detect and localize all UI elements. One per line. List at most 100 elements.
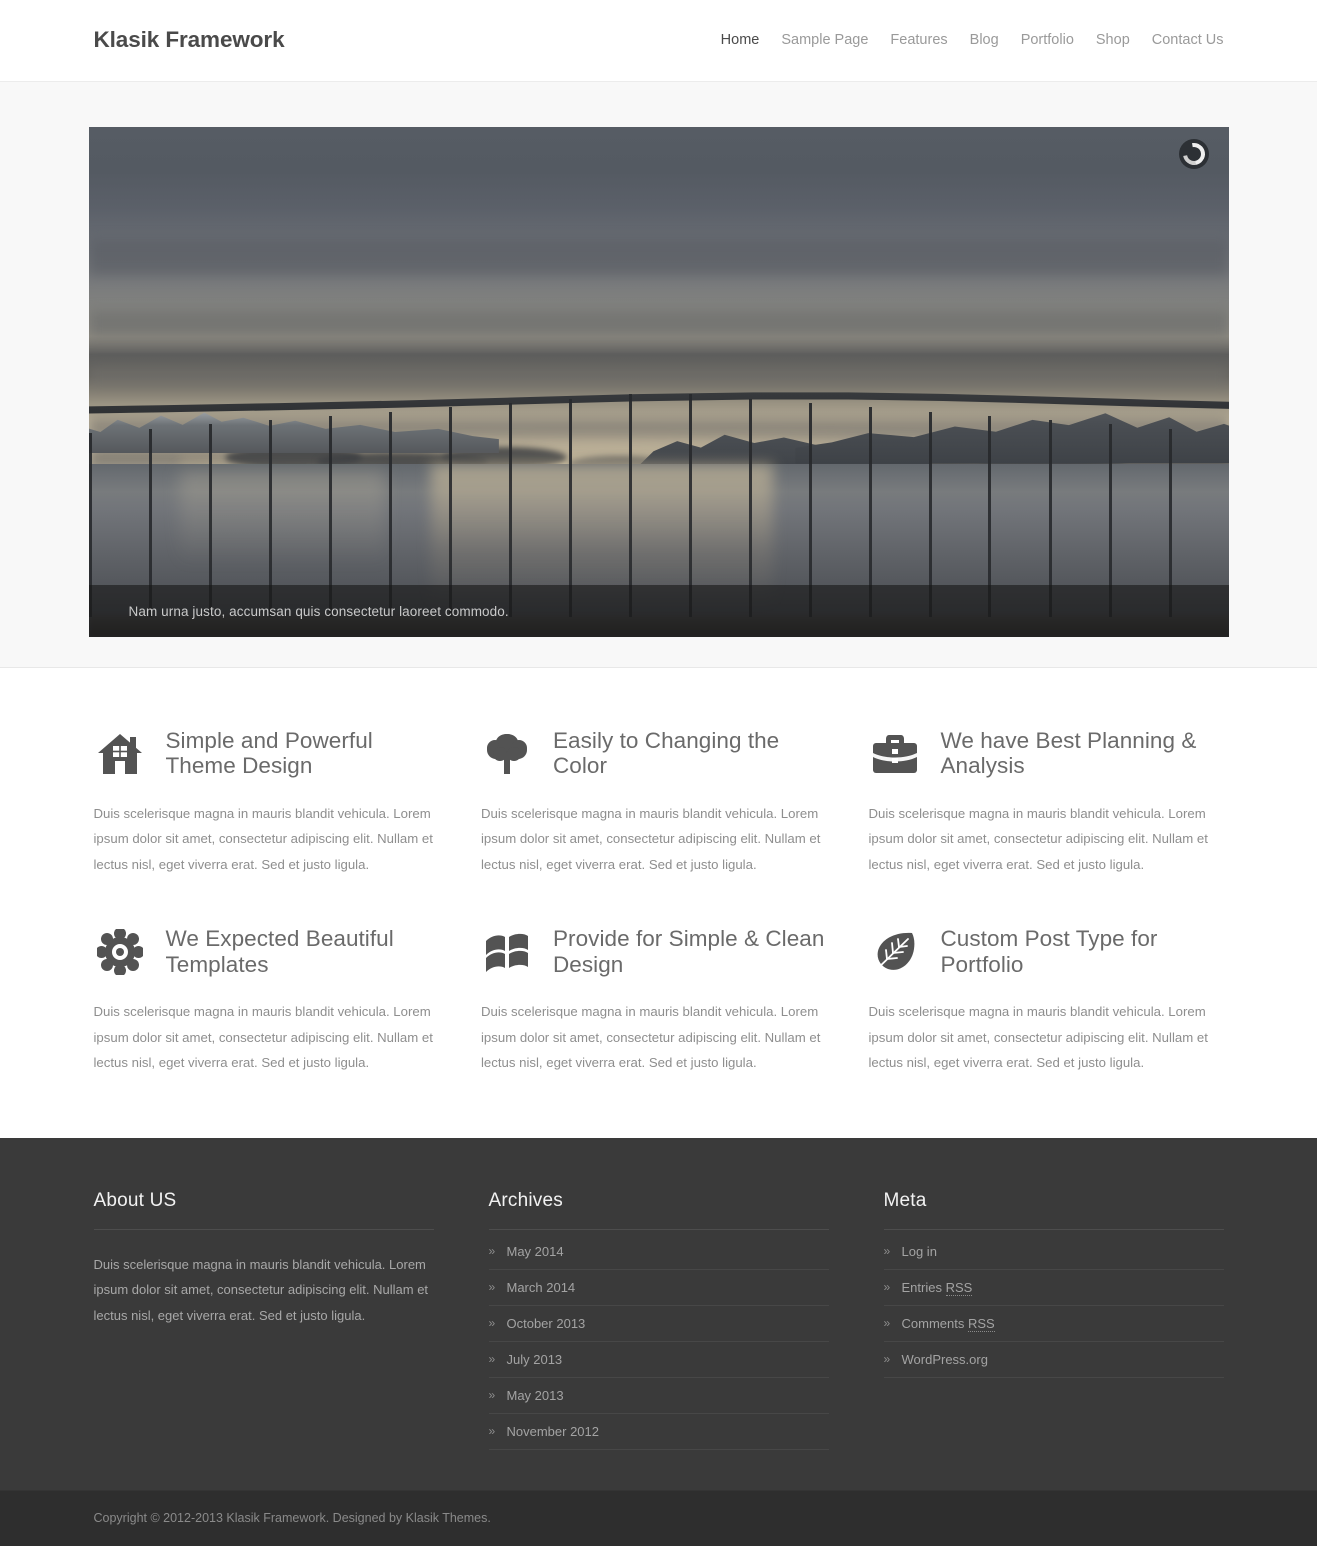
hero-slider[interactable]: Nam urna justo, accumsan quis consectetu…: [88, 127, 1229, 637]
chevron-right-icon: »: [488, 1243, 496, 1258]
feature-card-templates: We Expected Beautiful Templates Duis sce…: [94, 924, 449, 1075]
archive-label: May 2013: [506, 1387, 564, 1403]
nav-item-home[interactable]: Home: [710, 33, 771, 48]
bridge-pillar: [568, 398, 572, 617]
site-footer: About US Duis scelerisque magna in mauri…: [0, 1137, 1317, 1490]
rss-abbr: RSS: [967, 1315, 995, 1332]
features-section: Simple and Powerful Theme Design Duis sc…: [93, 668, 1224, 1138]
meta-list: » Log in » Entries RSS » Comments RSS » Word…: [883, 1234, 1224, 1378]
meta-label: Entries: [901, 1279, 946, 1295]
copyright-text: Copyright © 2012-2013 Klasik Framework. …: [93, 1511, 491, 1526]
chevron-right-icon: »: [883, 1243, 891, 1258]
slider-section: Nam urna justo, accumsan quis consectetu…: [0, 82, 1317, 668]
meta-link-wordpress-org[interactable]: » WordPress.org: [884, 1342, 1224, 1377]
footer-widget-meta: Meta » Log in » Entries RSS » Comments RSS …: [883, 1190, 1224, 1450]
slide-image: [88, 127, 1229, 637]
bridge-pillar: [628, 394, 632, 617]
copyright-inner: Copyright © 2012-2013 Klasik Framework. …: [94, 1509, 1224, 1527]
list-item: » May 2014: [488, 1234, 829, 1270]
archive-link-november-2012[interactable]: » November 2012: [489, 1414, 829, 1449]
list-item: » October 2013: [488, 1306, 829, 1342]
archives-list: » May 2014 » March 2014 » October 2013 » Jul…: [488, 1234, 829, 1450]
chevron-right-icon: »: [488, 1387, 496, 1402]
feature-header: Easily to Changing the Color: [481, 726, 836, 780]
feature-card-color: Easily to Changing the Color Duis sceler…: [481, 726, 836, 877]
archive-link-may-2013[interactable]: » May 2013: [489, 1378, 829, 1413]
list-item: » WordPress.org: [883, 1342, 1224, 1378]
meta-label: WordPress.org: [901, 1351, 988, 1367]
spinner-ring: [1178, 138, 1209, 170]
widget-title-archives: Archives: [488, 1190, 829, 1230]
nav-item-shop[interactable]: Shop: [1085, 33, 1141, 48]
feature-title: Easily to Changing the Color: [553, 728, 780, 779]
nav-item-portfolio[interactable]: Portfolio: [1010, 33, 1085, 48]
slide-caption-text: Nam urna justo, accumsan quis consectetu…: [128, 603, 509, 619]
widget-title-meta: Meta: [883, 1190, 1224, 1230]
footer-widget-archives: Archives » May 2014 » March 2014 » October …: [488, 1190, 829, 1450]
list-item: » July 2013: [488, 1342, 829, 1378]
feature-card-clean-design: Provide for Simple & Clean Design Duis s…: [481, 924, 836, 1075]
main-navigation: Home Sample Page Features Blog Portfolio…: [710, 33, 1224, 48]
feature-header: Custom Post Type for Portfolio: [869, 924, 1224, 978]
windows-flag-icon: [481, 926, 533, 978]
meta-link-entries-rss[interactable]: » Entries RSS: [884, 1270, 1224, 1305]
feature-header: Provide for Simple & Clean Design: [481, 924, 836, 978]
archive-link-may-2014[interactable]: » May 2014: [489, 1234, 829, 1269]
features-row-2: We Expected Beautiful Templates Duis sce…: [94, 924, 1224, 1075]
nav-item-features[interactable]: Features: [879, 33, 958, 48]
meta-link-log-in[interactable]: » Log in: [884, 1234, 1224, 1269]
feature-title: Simple and Powerful Theme Design: [165, 728, 373, 779]
nav-item-contact-us[interactable]: Contact Us: [1141, 33, 1224, 48]
tree-icon: [481, 728, 533, 780]
list-item: » May 2013: [488, 1378, 829, 1414]
list-item: » November 2012: [488, 1414, 829, 1450]
chevron-right-icon: »: [883, 1279, 891, 1294]
site-header: Klasik Framework Home Sample Page Featur…: [0, 0, 1317, 82]
header-inner: Klasik Framework Home Sample Page Featur…: [94, 0, 1224, 81]
archive-link-march-2014[interactable]: » March 2014: [489, 1270, 829, 1305]
archive-label: May 2014: [506, 1243, 564, 1259]
footer-widget-about: About US Duis scelerisque magna in mauri…: [93, 1190, 434, 1450]
feature-description: Duis scelerisque magna in mauris blandit…: [868, 806, 1208, 872]
feature-description: Duis scelerisque magna in mauris blandit…: [481, 1004, 821, 1071]
feature-title: We have Best Planning & Analysis: [940, 728, 1197, 779]
feature-title: We Expected Beautiful Templates: [165, 926, 394, 977]
archive-link-october-2013[interactable]: » October 2013: [489, 1306, 829, 1341]
list-item: » Log in: [883, 1234, 1224, 1270]
feature-header: We Expected Beautiful Templates: [94, 924, 449, 978]
nav-item-blog[interactable]: Blog: [959, 33, 1010, 48]
feature-description: Duis scelerisque magna in mauris blandit…: [93, 806, 433, 872]
feature-header: We have Best Planning & Analysis: [869, 726, 1224, 780]
archive-label: October 2013: [506, 1315, 586, 1331]
chevron-right-icon: »: [488, 1315, 496, 1330]
feature-title: Custom Post Type for Portfolio: [940, 926, 1158, 977]
rss-abbr: RSS: [945, 1279, 973, 1296]
meta-label: Comments: [901, 1315, 968, 1331]
chevron-right-icon: »: [488, 1279, 496, 1294]
list-item: » March 2014: [488, 1270, 829, 1306]
archive-link-july-2013[interactable]: » July 2013: [489, 1342, 829, 1377]
feature-description: Duis scelerisque magna in mauris blandit…: [868, 1004, 1208, 1071]
chevron-right-icon: »: [883, 1315, 891, 1330]
gear-icon: [94, 926, 146, 978]
leaf-icon: [869, 926, 921, 978]
widget-title-about: About US: [93, 1190, 434, 1230]
bridge-pillar: [688, 394, 692, 617]
features-row-1: Simple and Powerful Theme Design Duis sc…: [94, 726, 1224, 877]
loading-spinner-icon[interactable]: [1178, 138, 1209, 170]
chevron-right-icon: »: [883, 1351, 891, 1366]
chevron-right-icon: »: [488, 1423, 496, 1438]
archive-label: March 2014: [506, 1279, 576, 1295]
chevron-right-icon: »: [488, 1351, 496, 1366]
feature-header: Simple and Powerful Theme Design: [94, 726, 449, 780]
nav-item-sample-page[interactable]: Sample Page: [770, 33, 879, 48]
bridge-pillar: [748, 398, 752, 617]
bridge-pillars: [88, 127, 1229, 637]
meta-link-comments-rss[interactable]: » Comments RSS: [884, 1306, 1224, 1341]
feature-description: Duis scelerisque magna in mauris blandit…: [481, 806, 821, 872]
feature-card-home: Simple and Powerful Theme Design Duis sc…: [94, 726, 449, 877]
archive-label: November 2012: [506, 1423, 600, 1439]
archive-label: July 2013: [506, 1351, 563, 1367]
feature-title: Provide for Simple & Clean Design: [553, 926, 825, 977]
site-title[interactable]: Klasik Framework: [94, 29, 285, 52]
